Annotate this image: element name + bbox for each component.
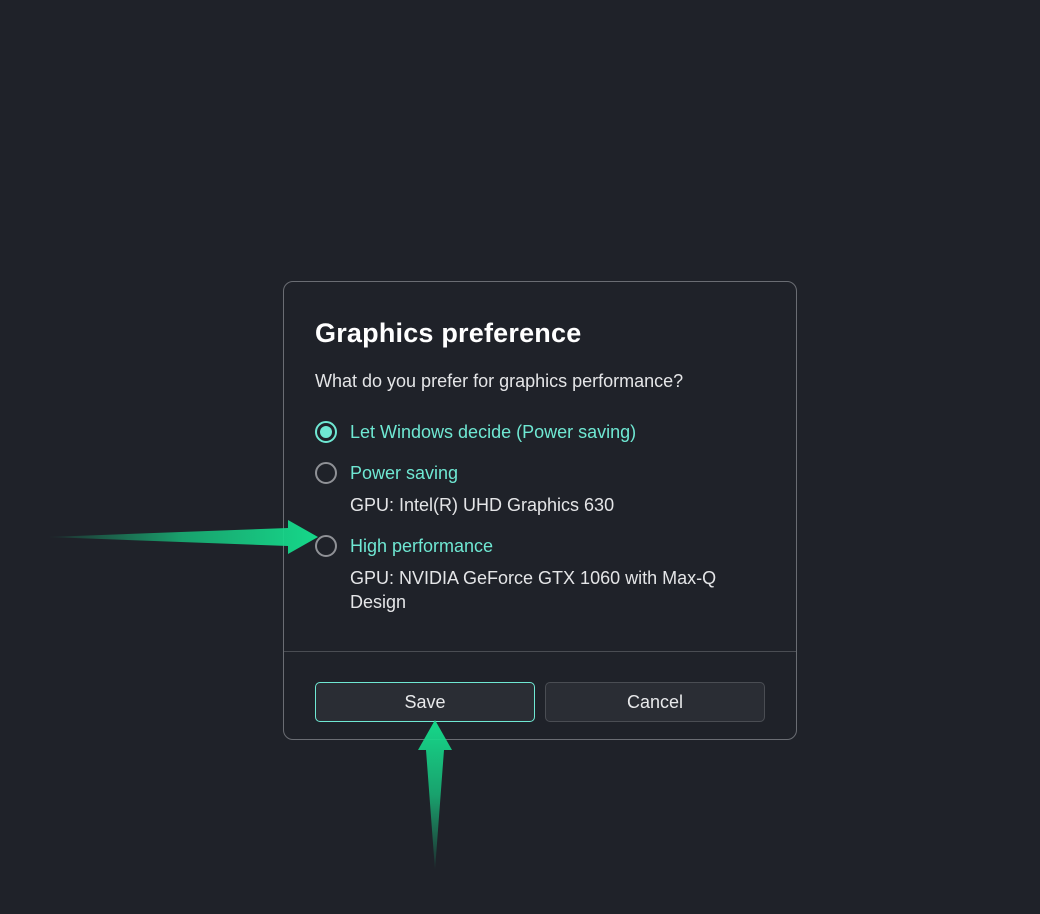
option-label: High performance xyxy=(350,534,766,558)
option-label: Let Windows decide (Power saving) xyxy=(350,420,636,444)
dialog-question: What do you prefer for graphics performa… xyxy=(315,371,766,392)
option-sub-label: GPU: Intel(R) UHD Graphics 630 xyxy=(350,493,614,517)
dialog-title: Graphics preference xyxy=(315,318,766,349)
radio-selected-icon xyxy=(315,421,337,443)
option-power-saving[interactable]: Power saving GPU: Intel(R) UHD Graphics … xyxy=(315,461,766,517)
dialog-footer: Save Cancel xyxy=(284,651,796,754)
option-text: Let Windows decide (Power saving) xyxy=(350,420,636,444)
option-text: Power saving GPU: Intel(R) UHD Graphics … xyxy=(350,461,614,517)
option-let-windows-decide[interactable]: Let Windows decide (Power saving) xyxy=(315,420,766,444)
option-text: High performance GPU: NVIDIA GeForce GTX… xyxy=(350,534,766,614)
annotation-arrow-right-icon xyxy=(48,520,318,554)
cancel-button[interactable]: Cancel xyxy=(545,682,765,722)
option-high-performance[interactable]: High performance GPU: NVIDIA GeForce GTX… xyxy=(315,534,766,614)
radio-unselected-icon xyxy=(315,535,337,557)
save-button[interactable]: Save xyxy=(315,682,535,722)
dialog-body: Graphics preference What do you prefer f… xyxy=(284,282,796,651)
radio-unselected-icon xyxy=(315,462,337,484)
graphics-preference-dialog: Graphics preference What do you prefer f… xyxy=(283,281,797,740)
option-label: Power saving xyxy=(350,461,614,485)
option-sub-label: GPU: NVIDIA GeForce GTX 1060 with Max-Q … xyxy=(350,566,766,614)
